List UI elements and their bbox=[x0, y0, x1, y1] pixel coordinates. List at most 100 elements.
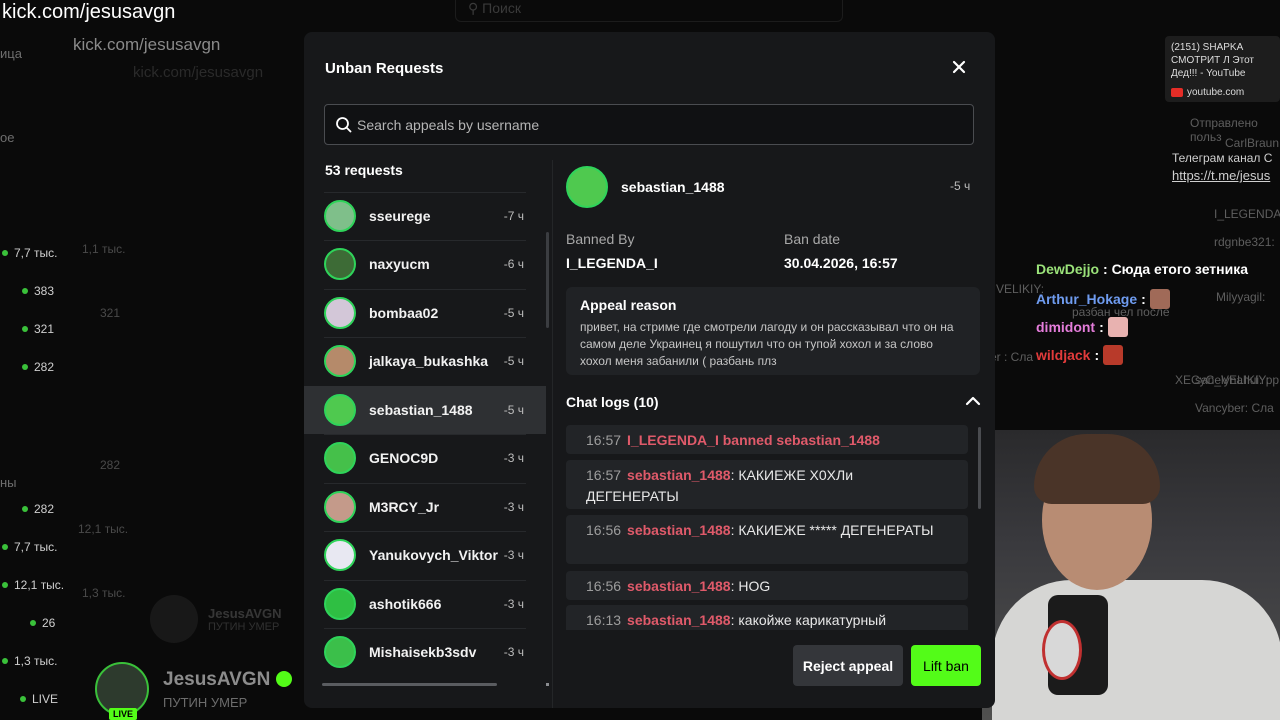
youtube-source: youtube.com bbox=[1187, 87, 1245, 98]
avatar bbox=[324, 248, 356, 280]
unban-requests-modal: Unban Requests 53 requests sseurege -7 ч… bbox=[304, 32, 995, 708]
chat-faint-line: Milyyagil: bbox=[1216, 290, 1266, 304]
emote-icon bbox=[1107, 317, 1128, 337]
appeal-reason-label: Appeal reason bbox=[580, 297, 677, 313]
row-divider bbox=[324, 192, 526, 193]
faint-stat: 1,3 тыс. bbox=[82, 586, 126, 600]
avatar bbox=[324, 297, 356, 329]
left-label: ое bbox=[0, 130, 15, 145]
chat-username[interactable]: Arthur_Hokage bbox=[1036, 291, 1137, 307]
request-row[interactable]: ashotik666 -3 ч bbox=[304, 580, 546, 628]
request-username: bombaa02 bbox=[369, 305, 439, 321]
appeal-reason-box: Appeal reason привет, на стриме где смот… bbox=[566, 287, 980, 375]
appeal-search[interactable] bbox=[324, 104, 974, 145]
avatar bbox=[150, 595, 198, 643]
chat-link[interactable]: https://t.me/jesus bbox=[1172, 168, 1270, 183]
chat-log-entry: 16:56 sebastian_1488: КАКИЕЖЕ ***** ДЕГЕН… bbox=[566, 515, 968, 564]
request-username: jalkaya_bukashka bbox=[369, 353, 489, 369]
request-row[interactable]: Mishaisekb3sdv -3 ч bbox=[304, 628, 546, 676]
chat-log-entry: 16:13 sebastian_1488: какойже карикатурны… bbox=[566, 605, 968, 630]
ghost-channel: JesusAVGN ПУТИН УМЕР bbox=[150, 595, 281, 643]
request-row[interactable]: sseurege -7 ч bbox=[304, 192, 546, 240]
request-row[interactable]: jalkaya_bukashka -5 ч bbox=[304, 337, 546, 385]
request-time: -5 ч bbox=[503, 402, 524, 417]
url-bar: kick.com/jesusavgn bbox=[73, 35, 221, 54]
live-dot-icon bbox=[22, 326, 28, 332]
request-list[interactable]: sseurege -7 ч naxyucm -6 ч bombaa02 -5 ч… bbox=[304, 192, 546, 684]
viewer-stat: 282 bbox=[22, 360, 54, 374]
list-scrollbar[interactable] bbox=[546, 232, 549, 328]
webcam-overlay bbox=[982, 430, 1280, 720]
close-icon bbox=[952, 60, 966, 74]
log-text: I_LEGENDA_I banned sebastian_1488 bbox=[627, 432, 880, 448]
reject-appeal-button[interactable]: Reject appeal bbox=[793, 645, 903, 686]
streamer-hair bbox=[1034, 434, 1160, 504]
chat-log-entry: 16:56 sebastian_1488: HOG bbox=[566, 571, 968, 600]
chat-username[interactable]: DewDejjo bbox=[1036, 261, 1099, 277]
chevron-up-icon bbox=[965, 396, 981, 406]
logs-scrollbar[interactable] bbox=[978, 427, 981, 509]
collapse-logs-button[interactable] bbox=[964, 392, 982, 410]
search-input[interactable] bbox=[357, 116, 973, 133]
avatar bbox=[324, 442, 356, 474]
chat-faint-line: CarlBraun bbox=[1225, 136, 1280, 150]
request-time: -3 ч bbox=[503, 644, 524, 659]
viewer-stat: 12,1 тыс. bbox=[2, 578, 64, 592]
channel-avatar[interactable]: LIVE bbox=[95, 662, 149, 720]
request-row[interactable]: naxyucm -6 ч bbox=[304, 240, 546, 288]
log-user: sebastian_1488 bbox=[627, 467, 731, 483]
row-divider bbox=[324, 240, 526, 241]
row-divider bbox=[324, 628, 526, 629]
stream-title: ПУТИН УМЕР bbox=[163, 694, 248, 710]
faint-stat: 1,1 тыс. bbox=[82, 242, 126, 256]
url-overlay: kick.com/jesusavgn bbox=[2, 1, 176, 23]
log-text: : какойже карикатурный bbox=[730, 612, 887, 628]
close-button[interactable] bbox=[948, 56, 970, 78]
request-username: GENOC9D bbox=[369, 450, 439, 466]
request-row[interactable]: Yanukovych_Viktor -3 ч bbox=[304, 531, 546, 579]
request-time: -3 ч bbox=[503, 596, 524, 611]
chat-logs[interactable]: 16:57 I_LEGENDA_I banned sebastian_1488 1… bbox=[566, 425, 980, 630]
avatar bbox=[324, 491, 356, 523]
row-divider bbox=[324, 289, 526, 290]
faint-stat: 282 bbox=[100, 458, 121, 472]
lift-ban-button[interactable]: Lift ban bbox=[911, 645, 981, 686]
live-dot-icon bbox=[30, 620, 36, 626]
request-username: Mishaisekb3sdv bbox=[369, 644, 477, 660]
request-row-selected[interactable]: sebastian_1488 -5 ч bbox=[304, 386, 546, 434]
list-horizontal-scrollbar[interactable] bbox=[322, 683, 497, 686]
request-time: -3 ч bbox=[503, 499, 524, 514]
chat-message: DewDejjo: Сюда етого зетника bbox=[1036, 261, 1249, 277]
request-row[interactable]: GENOC9D -3 ч bbox=[304, 434, 546, 482]
ban-date-value: 30.04.2026, 16:57 bbox=[784, 255, 898, 271]
emote-icon bbox=[1103, 345, 1124, 365]
chat-logs-label: Chat logs (10) bbox=[566, 394, 659, 410]
request-row[interactable]: bombaa02 -5 ч bbox=[304, 289, 546, 337]
top-search[interactable]: ⚲ Поиск bbox=[455, 0, 843, 22]
request-time: -3 ч bbox=[503, 547, 524, 562]
chat-username[interactable]: wildjack bbox=[1036, 347, 1090, 363]
channel-name[interactable]: JesusAVGN bbox=[163, 669, 270, 690]
request-row[interactable]: M3RCY_Jr -3 ч bbox=[304, 483, 546, 531]
ban-date-label: Ban date bbox=[784, 231, 841, 247]
viewer-stat: 1,3 тыс. bbox=[2, 654, 57, 668]
search-icon bbox=[336, 116, 352, 132]
row-divider bbox=[324, 531, 526, 532]
request-count: 53 requests bbox=[325, 162, 403, 178]
live-dot-icon bbox=[22, 506, 28, 512]
viewer-stat: 282 bbox=[22, 502, 54, 516]
live-dot-icon bbox=[2, 544, 8, 550]
chat-username[interactable]: dimidont bbox=[1036, 319, 1095, 335]
request-time: -3 ч bbox=[503, 450, 524, 465]
youtube-preview-card[interactable]: (2151) SHAPKA СМОТРИТ Л Этот Дед!!! - Yo… bbox=[1165, 36, 1280, 102]
row-divider bbox=[324, 580, 526, 581]
avatar bbox=[324, 636, 356, 668]
left-label: ны bbox=[0, 475, 17, 490]
viewer-stat: LIVE bbox=[20, 692, 58, 706]
appeal-reason-text: привет, на стриме где смотрели лагоду и … bbox=[580, 320, 954, 368]
request-time: -6 ч bbox=[503, 256, 524, 271]
avatar bbox=[324, 200, 356, 232]
request-username: sseurege bbox=[369, 208, 431, 224]
request-username: naxyucm bbox=[369, 256, 430, 272]
live-dot-icon bbox=[20, 696, 26, 702]
